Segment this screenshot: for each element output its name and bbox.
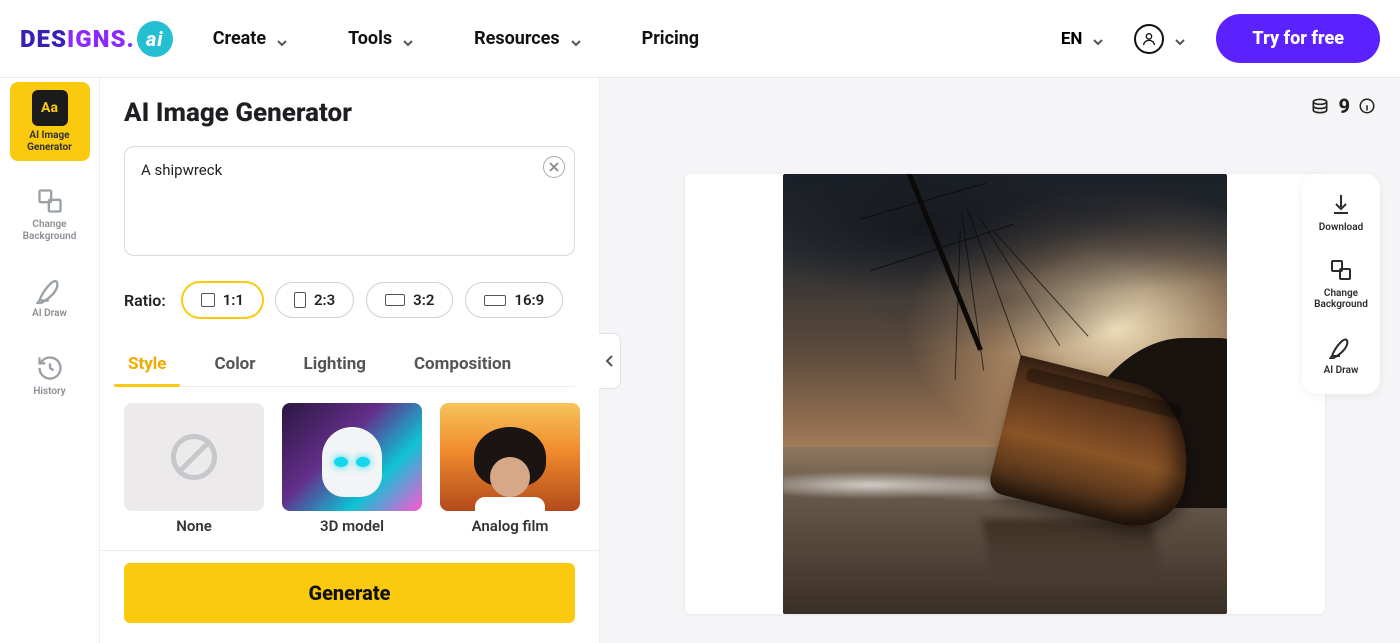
logo-badge-icon: ai — [137, 21, 173, 57]
nav-tools[interactable]: Tools — [348, 28, 414, 49]
swap-icon — [36, 187, 64, 215]
style-thumb-none — [124, 403, 264, 511]
person-illustration — [471, 427, 549, 511]
action-label: AI Draw — [1324, 365, 1359, 377]
download-icon — [1329, 192, 1353, 216]
option-tabs: Style Color Lighting Composition — [124, 344, 575, 387]
style-thumb-analog — [440, 403, 580, 511]
app-header: DESIGNS. ai Create Tools Resources Prici… — [0, 0, 1400, 78]
prompt-input[interactable] — [124, 146, 575, 256]
brand-logo[interactable]: DESIGNS. ai — [20, 21, 173, 57]
result-card — [685, 174, 1325, 614]
robot-illustration — [322, 427, 382, 497]
style-name: Analog film — [472, 517, 549, 535]
language-selector[interactable]: EN — [1061, 29, 1105, 49]
collapse-panel-button[interactable] — [599, 333, 621, 389]
main-nav: Create Tools Resources Pricing — [213, 28, 699, 49]
nav-label: Tools — [348, 28, 392, 49]
text-style-icon: Aa — [32, 90, 68, 126]
config-panel: AI Image Generator Ratio: 1:1 2:3 — [100, 78, 600, 643]
style-name: 3D model — [320, 517, 384, 535]
result-actions: Download Change Background AI Draw — [1302, 174, 1380, 394]
rail-label: Change Background — [14, 219, 86, 242]
rail-label: History — [33, 386, 65, 398]
ratio-row: Ratio: 1:1 2:3 3:2 16:9 — [124, 282, 575, 318]
rail-ai-image-generator[interactable]: Aa AI Image Generator — [10, 82, 90, 161]
tab-composition[interactable]: Composition — [410, 344, 515, 386]
aspect-portrait-icon — [294, 292, 306, 308]
tab-color[interactable]: Color — [210, 344, 259, 386]
rail-ai-draw[interactable]: AI Draw — [10, 268, 90, 328]
style-3d-model[interactable]: 3D model — [282, 403, 422, 535]
canvas-area: 9 Download Change Background — [600, 78, 1400, 643]
action-download[interactable]: Download — [1319, 192, 1363, 234]
action-ai-draw[interactable]: AI Draw — [1324, 335, 1359, 377]
tool-rail: Aa AI Image Generator Change Background … — [0, 78, 100, 643]
clear-prompt-button[interactable] — [543, 156, 565, 178]
rail-label: AI Image Generator — [14, 130, 86, 153]
chevron-down-icon — [1174, 33, 1186, 45]
nav-create[interactable]: Create — [213, 28, 288, 49]
credits-counter: 9 — [1310, 94, 1376, 118]
ratio-text: 16:9 — [514, 291, 544, 309]
rail-label: AI Draw — [32, 308, 67, 320]
nav-pricing[interactable]: Pricing — [642, 28, 699, 49]
ratio-1-1[interactable]: 1:1 — [182, 282, 263, 318]
chevron-down-icon — [276, 33, 288, 45]
chevron-down-icon — [570, 33, 582, 45]
aspect-wide-icon — [484, 295, 506, 306]
close-icon — [549, 162, 559, 172]
aspect-square-icon — [201, 293, 215, 307]
pen-icon — [36, 276, 64, 304]
style-name: None — [176, 517, 212, 535]
ratio-3-2[interactable]: 3:2 — [366, 282, 453, 318]
rail-history[interactable]: History — [10, 346, 90, 406]
history-icon — [36, 354, 64, 382]
try-for-free-button[interactable]: Try for free — [1216, 14, 1380, 63]
rail-change-background[interactable]: Change Background — [10, 179, 90, 250]
ratio-2-3[interactable]: 2:3 — [275, 282, 354, 318]
style-analog-film[interactable]: Analog film — [440, 403, 580, 535]
aspect-landscape-icon — [385, 294, 405, 306]
style-thumb-3d — [282, 403, 422, 511]
ratio-label: Ratio: — [124, 291, 166, 310]
style-none[interactable]: None — [124, 403, 264, 535]
info-icon[interactable] — [1358, 97, 1376, 115]
ratio-16-9[interactable]: 16:9 — [465, 282, 563, 318]
tab-lighting[interactable]: Lighting — [300, 344, 370, 386]
page-title: AI Image Generator — [124, 98, 575, 128]
chevron-left-icon — [605, 354, 615, 368]
none-icon — [171, 434, 217, 480]
ratio-text: 1:1 — [223, 291, 244, 309]
language-label: EN — [1061, 29, 1083, 49]
coins-icon — [1310, 96, 1330, 116]
tab-style[interactable]: Style — [124, 344, 170, 386]
nav-label: Resources — [474, 28, 560, 49]
chevron-down-icon — [402, 33, 414, 45]
nav-resources[interactable]: Resources — [474, 28, 582, 49]
nav-label: Create — [213, 28, 266, 49]
user-menu[interactable] — [1134, 24, 1186, 54]
swap-icon — [1329, 258, 1353, 282]
style-options: None 3D model Analog film — [124, 403, 575, 535]
action-change-background[interactable]: Change Background — [1306, 258, 1376, 311]
user-avatar-icon — [1134, 24, 1164, 54]
credits-value: 9 — [1338, 94, 1350, 118]
ratio-text: 2:3 — [314, 291, 335, 309]
action-label: Change Background — [1306, 288, 1376, 311]
action-label: Download — [1319, 222, 1363, 234]
ratio-text: 3:2 — [413, 291, 434, 309]
generated-image[interactable] — [783, 174, 1227, 614]
generate-button[interactable]: Generate — [124, 563, 575, 623]
chevron-down-icon — [1092, 33, 1104, 45]
nav-label: Pricing — [642, 28, 699, 49]
pen-icon — [1329, 335, 1353, 359]
